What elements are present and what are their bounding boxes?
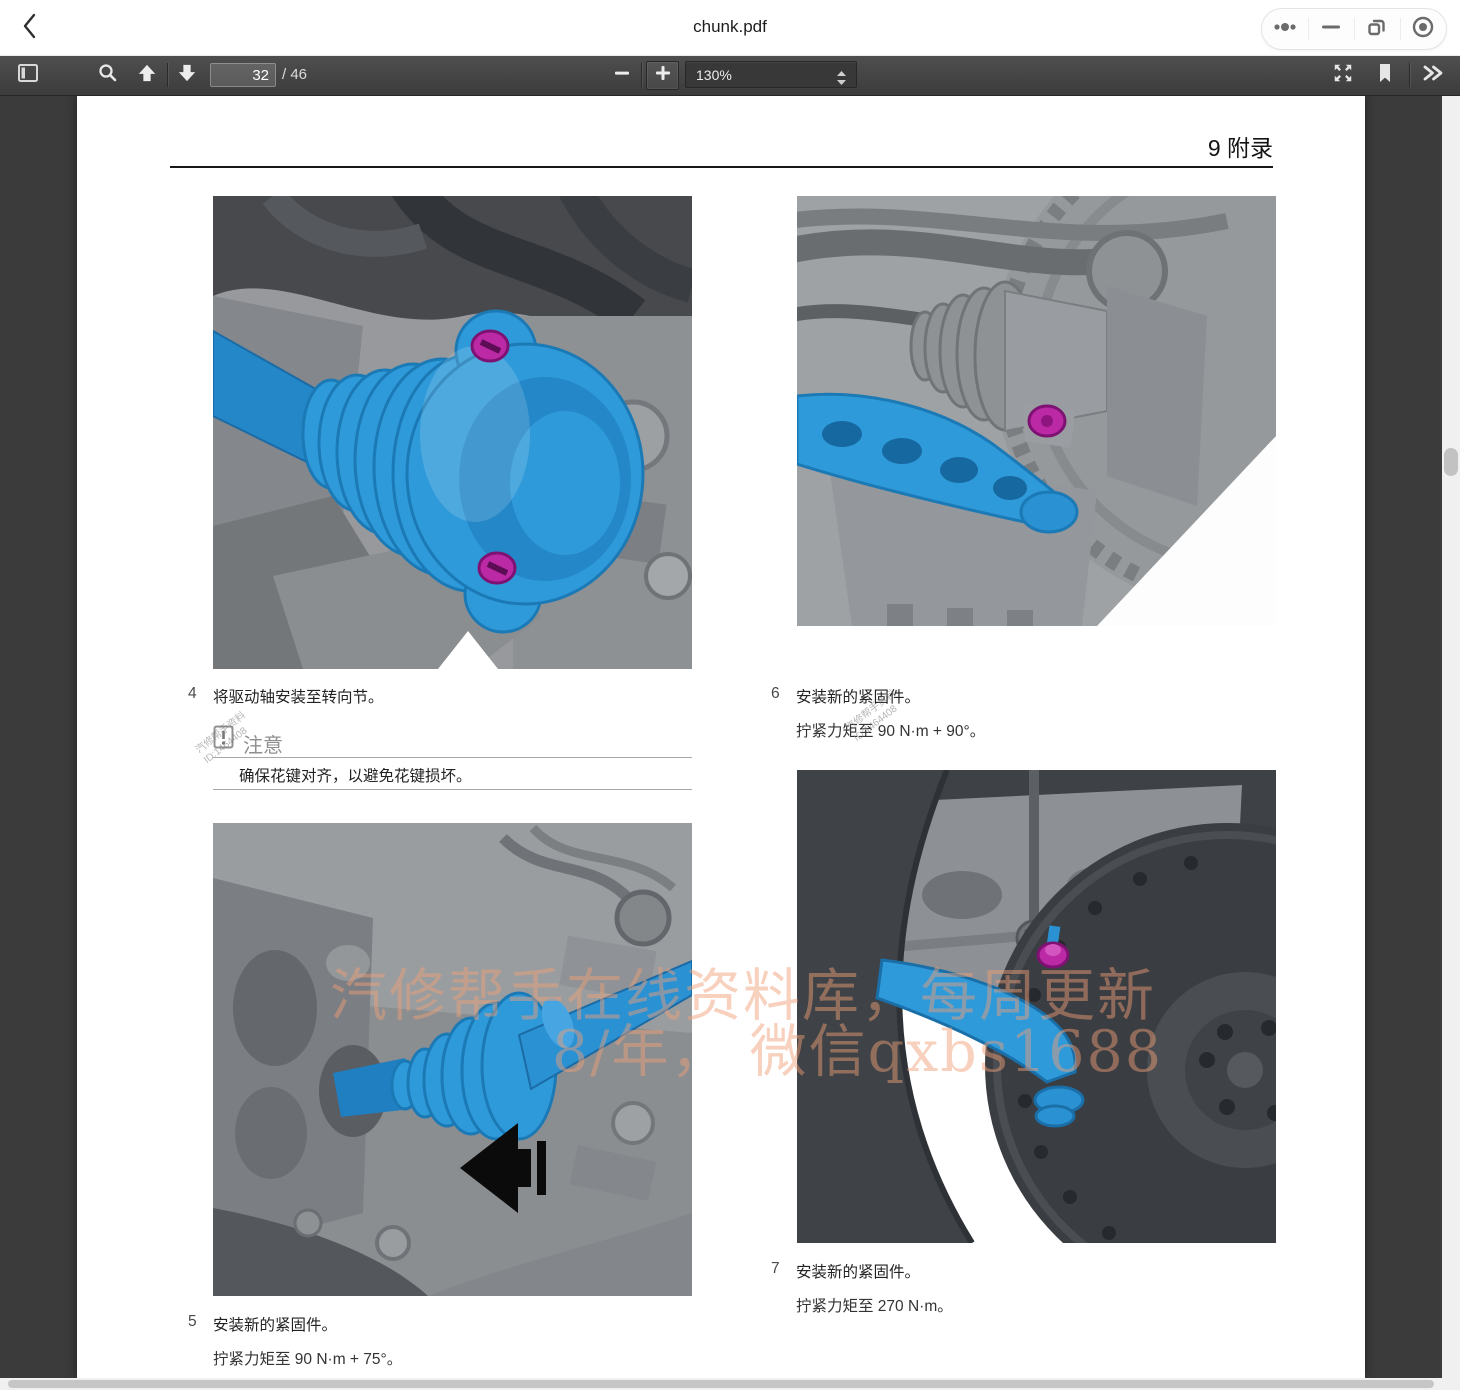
more-icon [1272, 15, 1298, 44]
sidebar-toggle-button[interactable] [12, 55, 44, 95]
zoom-in-button[interactable] [646, 61, 679, 90]
find-button[interactable] [91, 55, 123, 95]
horizontal-scrollbar-thumb[interactable] [8, 1380, 1434, 1388]
step-number: 6 [771, 685, 780, 703]
page-number-input[interactable] [210, 63, 276, 87]
more-button[interactable] [1262, 9, 1308, 49]
notice-rule-bottom [213, 789, 692, 790]
pdf-viewer: 9 附录 [0, 95, 1460, 1390]
page-count-label: / 46 [282, 55, 307, 95]
notice-text: 确保花键对齐，以避免花键损坏。 [239, 764, 472, 786]
figure-lower-arm-brake-disc [797, 770, 1276, 1243]
step-text: 安装新的紧固件。 [213, 1313, 337, 1335]
next-page-button[interactable] [171, 55, 203, 95]
presentation-mode-button[interactable] [1326, 55, 1360, 95]
previous-page-button[interactable] [131, 55, 163, 95]
step-torque-text: 拧紧力矩至 270 N·m。 [796, 1294, 953, 1316]
toolbar-divider [641, 63, 642, 87]
horizontal-scrollbar[interactable] [0, 1378, 1460, 1390]
warning-icon [213, 725, 234, 751]
fullscreen-icon [1332, 62, 1354, 89]
toolbar-divider [1409, 63, 1410, 87]
page-up-icon [137, 63, 157, 88]
zoom-out-icon [613, 64, 631, 87]
pdf-toolbar: / 46 130% [0, 55, 1460, 95]
toolbar-divider [167, 63, 168, 87]
vertical-scrollbar[interactable] [1442, 95, 1460, 1378]
step-torque-text: 拧紧力矩至 90 N·m + 90°。 [796, 719, 985, 741]
record-icon [1410, 14, 1436, 45]
select-spinner-icon [836, 68, 847, 95]
figure-control-arm-fastener [797, 196, 1276, 626]
step-torque-text: 拧紧力矩至 90 N·m + 75°。 [213, 1347, 402, 1369]
float-window-button[interactable] [1354, 9, 1400, 49]
zoom-in-icon [654, 64, 672, 87]
sidebar-toggle-icon [17, 62, 39, 89]
titlebar: chunk.pdf [0, 0, 1460, 56]
bookmark-icon [1376, 62, 1394, 89]
minimize-icon [1319, 15, 1343, 44]
step-number: 5 [188, 1313, 197, 1331]
figure-axle-knuckle-arrow [213, 823, 692, 1296]
vertical-scrollbar-thumb[interactable] [1444, 448, 1458, 476]
minimize-button[interactable] [1308, 9, 1354, 49]
more-tools-button[interactable] [1414, 55, 1452, 95]
zoom-out-button[interactable] [606, 55, 638, 95]
app-capsule [1261, 8, 1447, 50]
notice-title: 注意 [243, 729, 283, 758]
document-title: chunk.pdf [0, 17, 1460, 37]
record-button[interactable] [1400, 9, 1446, 49]
step-number: 4 [188, 685, 197, 703]
notice-rule-top [213, 757, 692, 758]
zoom-level-value: 130% [696, 67, 732, 83]
page-down-icon [177, 63, 197, 88]
page-section-header: 9 附录 [77, 129, 1273, 163]
figure-drive-axle-transmission [213, 196, 692, 669]
pdf-page: 9 附录 [77, 95, 1365, 1378]
double-chevron-right-icon [1421, 63, 1445, 88]
step-number: 7 [771, 1260, 780, 1278]
step-text: 将驱动轴安装至转向节。 [213, 685, 384, 707]
header-rule [170, 166, 1273, 168]
step-text: 安装新的紧固件。 [796, 685, 920, 707]
step-text: 安装新的紧固件。 [796, 1260, 920, 1282]
bookmark-button[interactable] [1370, 55, 1400, 95]
float-window-icon [1365, 15, 1389, 44]
zoom-level-select[interactable]: 130% [685, 61, 857, 88]
search-icon [97, 62, 118, 88]
